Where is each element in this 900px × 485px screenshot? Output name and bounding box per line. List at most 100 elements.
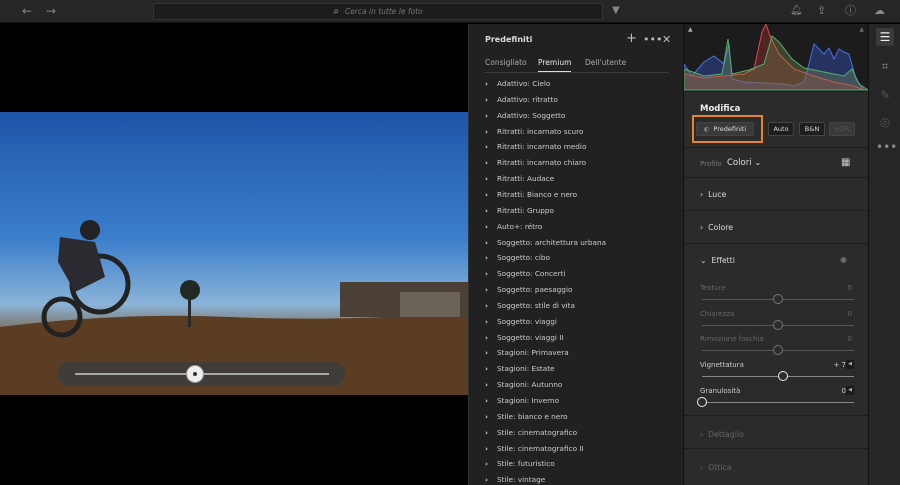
preset-item[interactable]: › Adattivo: ritratto [485,95,558,104]
preset-item[interactable]: › Soggetto: architettura urbana [485,238,606,247]
crop-icon[interactable]: ⌗ [876,57,894,75]
section-optics[interactable]: › Ottica [684,448,868,485]
preset-label: Soggetto: viaggi II [497,332,564,342]
close-icon[interactable]: ✕ [662,33,671,46]
highlight-clip-icon[interactable]: ▲ [859,26,864,33]
chevron-right-icon: › [485,459,489,469]
help-icon[interactable]: ⓘ [845,4,856,18]
eye-icon[interactable]: ◉ [840,255,847,264]
chevron-right-icon: › [485,396,489,405]
slider-value[interactable]: 0 [848,335,852,343]
slider-label: Rimozione foschia [700,335,764,344]
preset-label: Soggetto: paesaggio [497,285,573,295]
section-detail[interactable]: › Dettaglio [684,415,868,448]
cloud-sync-icon[interactable]: ☁ [874,4,885,18]
preset-item[interactable]: › Ritratti: Gruppo [485,206,554,215]
slider-handle[interactable] [773,294,783,304]
preset-item[interactable]: › Adattivo: Cielo [485,79,550,88]
compare-slider[interactable] [57,362,345,386]
chevron-right-icon: › [485,332,489,342]
chevron-right-icon: › [485,316,489,326]
preset-item[interactable]: › Ritratti: incarnato scuro [485,127,583,136]
filter-icon[interactable]: ▼ [612,4,620,18]
edit-sliders-icon[interactable]: ☰ [876,28,894,46]
chevron-right-icon: › [485,427,489,437]
chevron-right-icon: › [485,380,489,390]
chevron-right-icon: › [700,463,704,472]
preset-item[interactable]: › Stagioni: Estate [485,364,555,373]
tab-user[interactable]: Dell'utente [585,58,626,67]
healing-icon[interactable]: ✎ [876,86,894,104]
auto-button[interactable]: Auto [768,122,794,136]
chevron-right-icon: › [700,430,704,439]
search-placeholder: Cerca in tutte le foto [344,7,423,16]
share-icon[interactable]: ⇪ [817,4,826,18]
preset-item[interactable]: › Ritratti: incarnato chiaro [485,158,586,167]
preset-item[interactable]: › Stile: vintage [485,475,545,484]
preset-item[interactable]: › Soggetto: viaggi [485,317,557,326]
slider-value[interactable]: + 7 [833,361,846,369]
mask-icon[interactable]: ◎ [876,113,894,131]
slider-value[interactable]: 0 [848,284,852,292]
slider-handle[interactable] [778,371,789,382]
more-icon[interactable]: ••• [876,138,897,156]
preset-item[interactable]: › Stagioni: Autunno [485,380,562,389]
preset-item[interactable]: › Soggetto: viaggi II [485,333,564,342]
slider-value[interactable]: 0 [848,310,852,318]
preset-item[interactable]: › Auto+: rétro [485,222,542,231]
slider-handle[interactable] [773,345,783,356]
preset-label: Soggetto: stile di vita [497,300,575,310]
slider-handle[interactable] [697,396,707,407]
tab-recommended[interactable]: Consigliato [485,58,527,67]
reset-arrow-icon[interactable]: ◀ [846,385,854,395]
preset-item[interactable]: › Adattivo: Soggetto [485,111,565,120]
search-icon: ⌕ [333,6,339,17]
bell-icon[interactable]: 🔔︎ [790,4,803,18]
preset-item[interactable]: › Stagioni: Primavera [485,348,569,357]
slider-handle[interactable] [773,319,783,330]
slider-track[interactable] [702,401,854,403]
preset-label: Ritratti: Audace [497,174,555,184]
section-effects-header[interactable]: ⌄ Effetti [700,256,735,265]
preset-label: Soggetto: viaggi [497,316,557,326]
section-effects: ⌄ Effetti ◉ Texture 0 Chiarezza 0 Rimozione … [684,243,868,415]
compare-slider-handle[interactable] [186,365,204,383]
histogram: ▲ ▲ [683,22,870,92]
section-light[interactable]: › Luce [684,177,868,210]
chevron-right-icon: › [485,79,489,88]
presets-title: Predefiniti [485,35,533,44]
reset-arrow-icon[interactable]: ◀ [846,360,854,370]
section-color[interactable]: › Colore [684,210,868,243]
preset-item[interactable]: › Stile: futuristico [485,459,555,468]
add-icon[interactable]: + [626,31,637,46]
chevron-right-icon: › [485,94,489,104]
preset-item[interactable]: › Stile: cinematografico II [485,444,584,453]
shadow-clip-icon[interactable]: ▲ [688,26,693,33]
bw-button[interactable]: B&N [799,122,825,136]
profile-dropdown[interactable]: Colori ⌄ [727,158,761,168]
preset-label: Stile: bianco e nero [497,411,568,421]
section-detail-header: › Dettaglio [700,430,744,439]
preset-label: Auto+: rétro [497,221,543,231]
preset-item[interactable]: › Stagioni: Inverno [485,396,559,405]
preset-item[interactable]: › Soggetto: paesaggio [485,285,572,294]
preset-item[interactable]: › Soggetto: Concerti [485,269,565,278]
preset-item[interactable]: › Ritratti: Audace [485,174,554,183]
preset-item[interactable]: › Stile: cinematografico [485,428,577,437]
arrow-left-icon[interactable]: ← [22,4,32,18]
arrow-right-icon[interactable]: → [46,4,56,18]
chevron-down-icon: ⌄ [700,256,707,265]
top-bar: ← → ⌕ Cerca in tutte le foto ▼ 🔔︎ ⇪ ⓘ ☁ [0,0,900,23]
slider-label: Vignettatura [700,361,744,370]
more-icon[interactable]: ••• [643,33,662,46]
preset-item[interactable]: › Ritratti: incarnato medio [485,142,586,151]
chevron-right-icon: › [485,110,489,120]
tab-premium[interactable]: Premium [538,58,572,73]
preset-item[interactable]: › Soggetto: stile di vita [485,301,575,310]
presets-button[interactable]: ◐ Predefiniti [696,122,754,136]
search-input[interactable]: ⌕ Cerca in tutte le foto [153,3,603,20]
profile-browser-icon[interactable]: ▦ [841,157,850,168]
preset-item[interactable]: › Ritratti: Bianco e nero [485,190,577,199]
preset-item[interactable]: › Soggetto: cibo [485,253,550,262]
preset-item[interactable]: › Stile: bianco e nero [485,412,568,421]
